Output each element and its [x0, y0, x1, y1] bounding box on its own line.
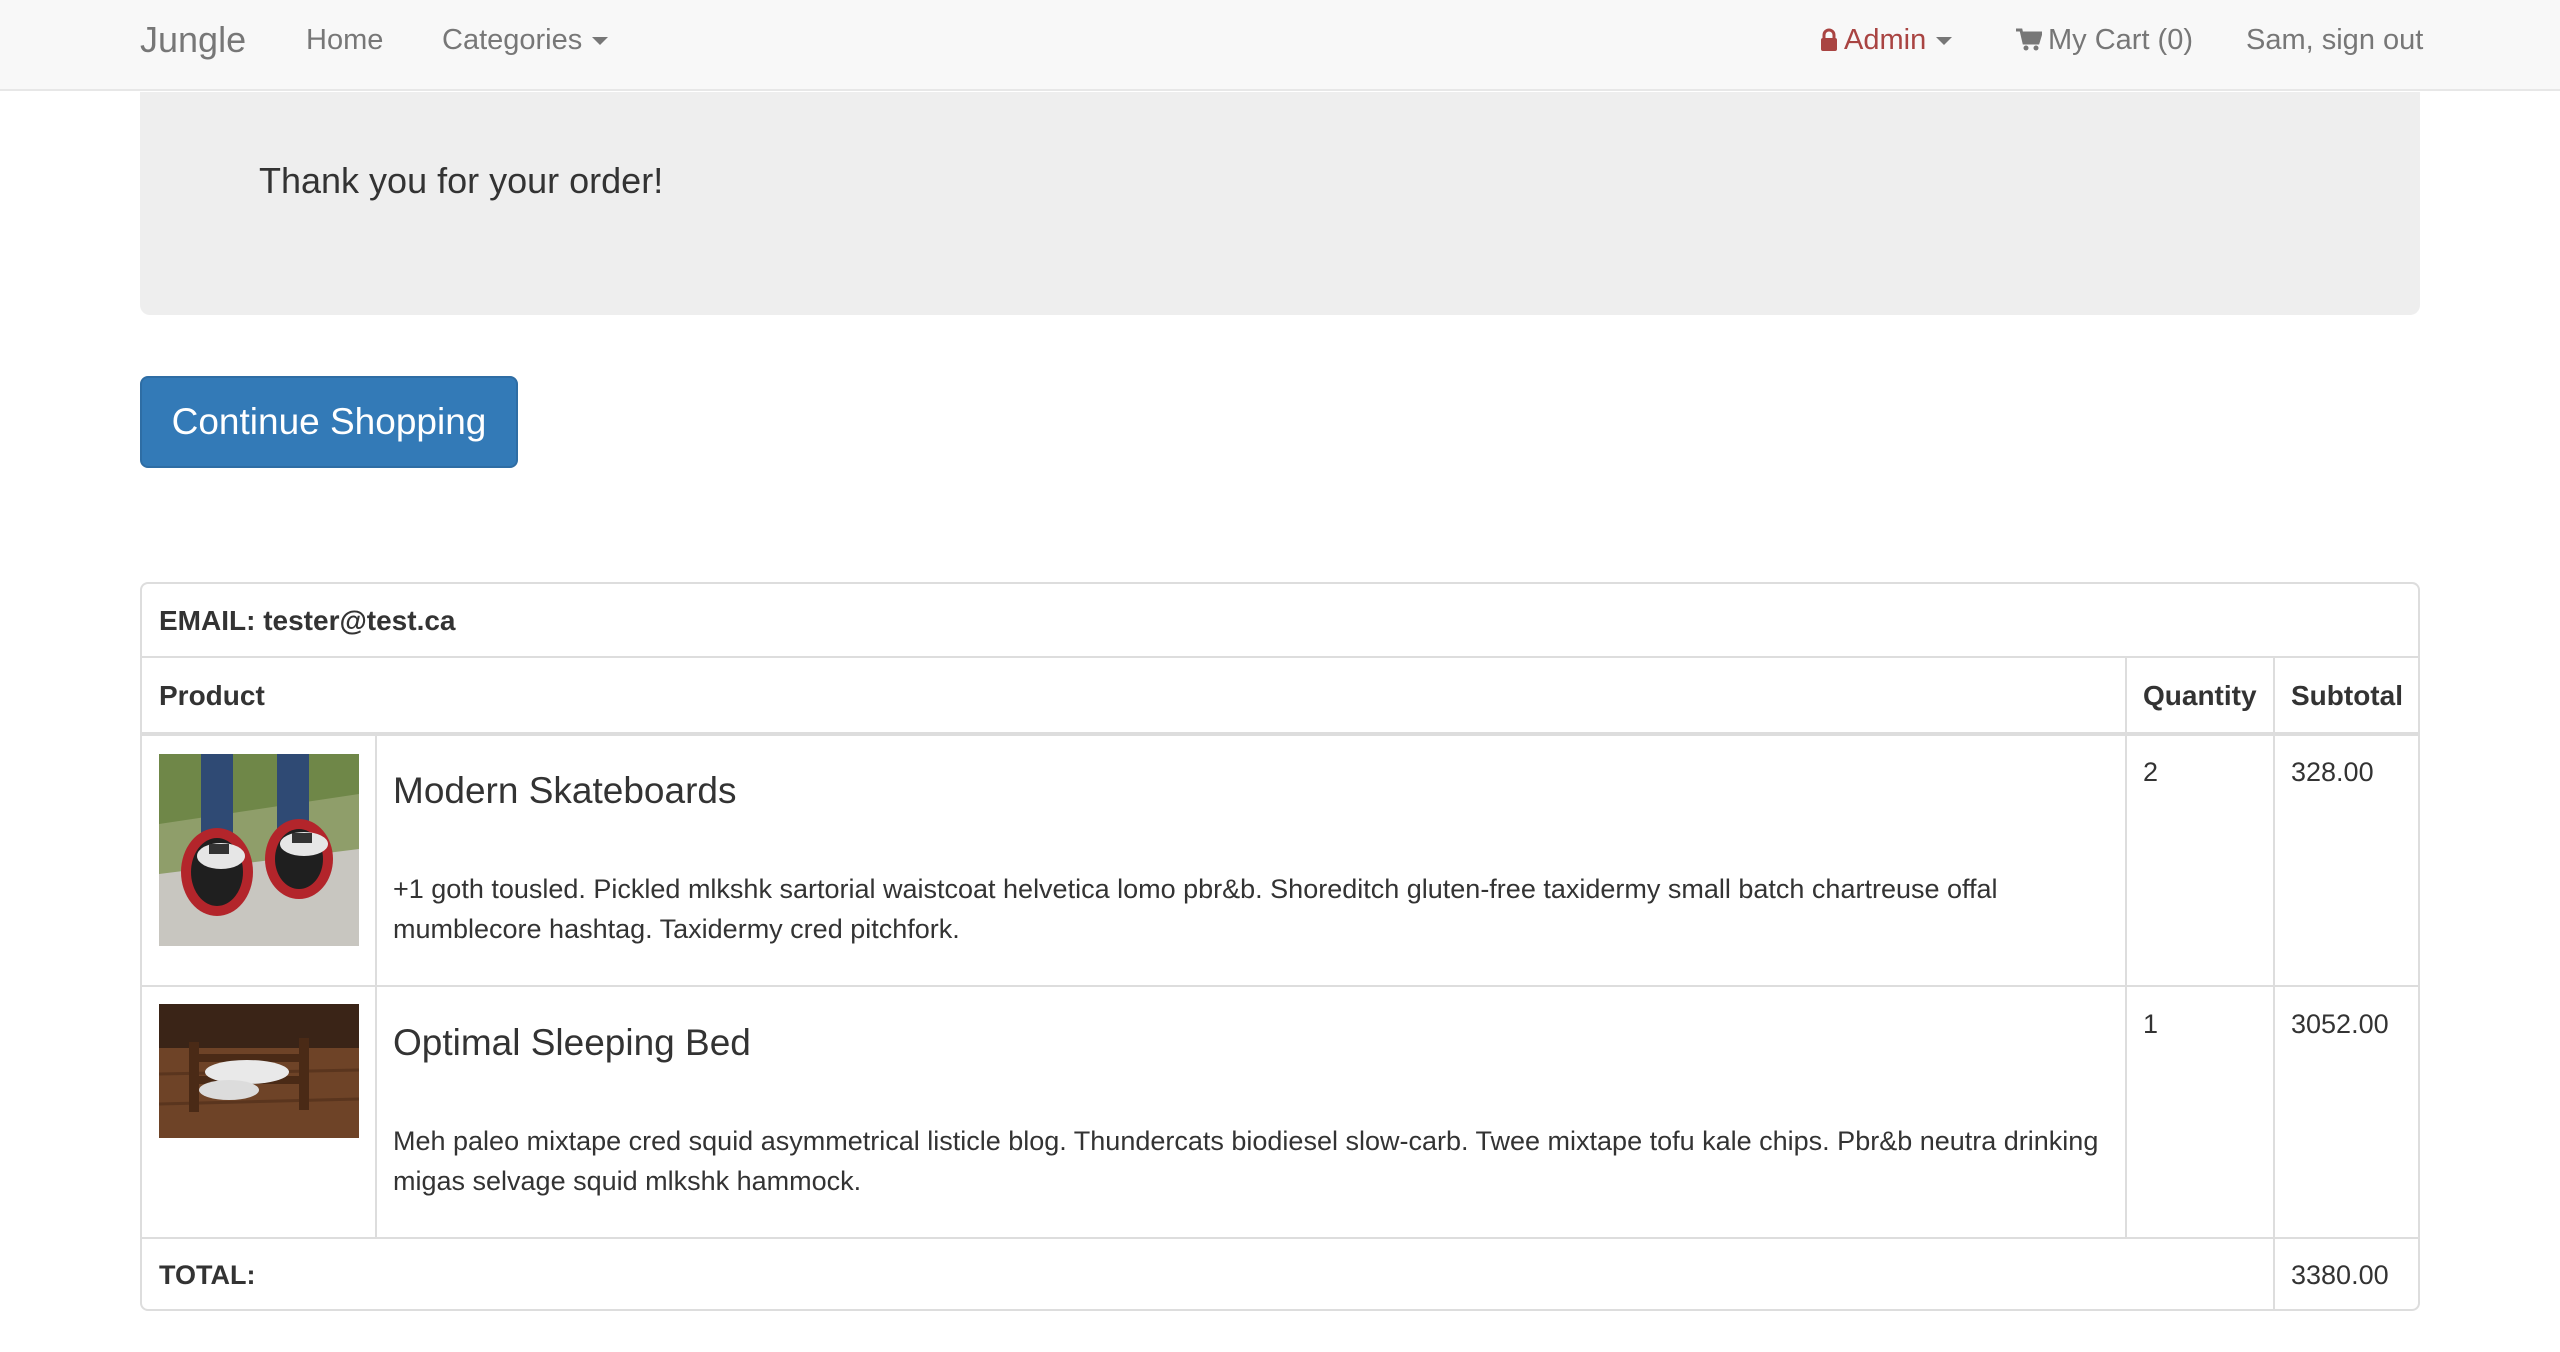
product-image-skateboards	[159, 754, 359, 946]
column-header-subtotal: Subtotal	[2291, 680, 2403, 711]
column-divider	[2273, 658, 2275, 1309]
nav-signout-link[interactable]: Sam, sign out	[2246, 0, 2423, 80]
nav-admin-dropdown[interactable]: Admin	[1820, 0, 1953, 83]
nav-home-link[interactable]: Home	[306, 0, 383, 80]
order-confirmation-banner: Thank you for your order!	[140, 92, 2420, 315]
caret-down-icon	[1936, 37, 1953, 46]
order-email: EMAIL: tester@test.ca	[142, 584, 2418, 658]
nav-categories-dropdown[interactable]: Categories	[442, 0, 609, 80]
product-image-bed	[159, 1004, 359, 1138]
brand-link[interactable]: Jungle	[140, 0, 246, 80]
caret-down-icon	[592, 37, 609, 46]
nav-categories-label: Categories	[442, 24, 583, 56]
column-header-product: Product	[159, 680, 265, 711]
product-description: +1 goth tousled. Pickled mlkshk sartoria…	[393, 874, 1998, 944]
lock-icon	[1820, 3, 1838, 83]
column-header-quantity: Quantity	[2143, 680, 2257, 711]
product-quantity: 1	[2143, 1009, 2159, 1039]
nav-cart-label: My Cart (0)	[2048, 24, 2193, 56]
nav-cart-link[interactable]: My Cart (0)	[2016, 0, 2193, 80]
page-title: Thank you for your order!	[259, 160, 664, 201]
order-summary-panel: EMAIL: tester@test.ca Product Quantity S…	[140, 582, 2420, 1311]
product-name: Optimal Sleeping Bed	[393, 1022, 751, 1063]
column-divider	[2125, 658, 2127, 1237]
row-divider	[142, 985, 2418, 987]
continue-shopping-button[interactable]: Continue Shopping	[140, 376, 518, 468]
order-total-value: 3380.00	[2291, 1260, 2389, 1290]
order-total-label: TOTAL:	[159, 1260, 256, 1290]
header-divider	[142, 732, 2418, 736]
top-navbar: Jungle Home Categories Admin My Cart (0)…	[0, 0, 2560, 91]
product-description: Meh paleo mixtape cred squid asymmetrica…	[393, 1126, 2099, 1196]
product-name: Modern Skateboards	[393, 770, 737, 811]
shopping-cart-icon	[2016, 3, 2044, 83]
column-divider	[375, 734, 377, 1237]
row-divider	[142, 1237, 2418, 1239]
product-subtotal: 328.00	[2291, 757, 2374, 787]
product-subtotal: 3052.00	[2291, 1009, 2389, 1039]
nav-admin-label: Admin	[1844, 24, 1927, 56]
product-quantity: 2	[2143, 757, 2159, 787]
